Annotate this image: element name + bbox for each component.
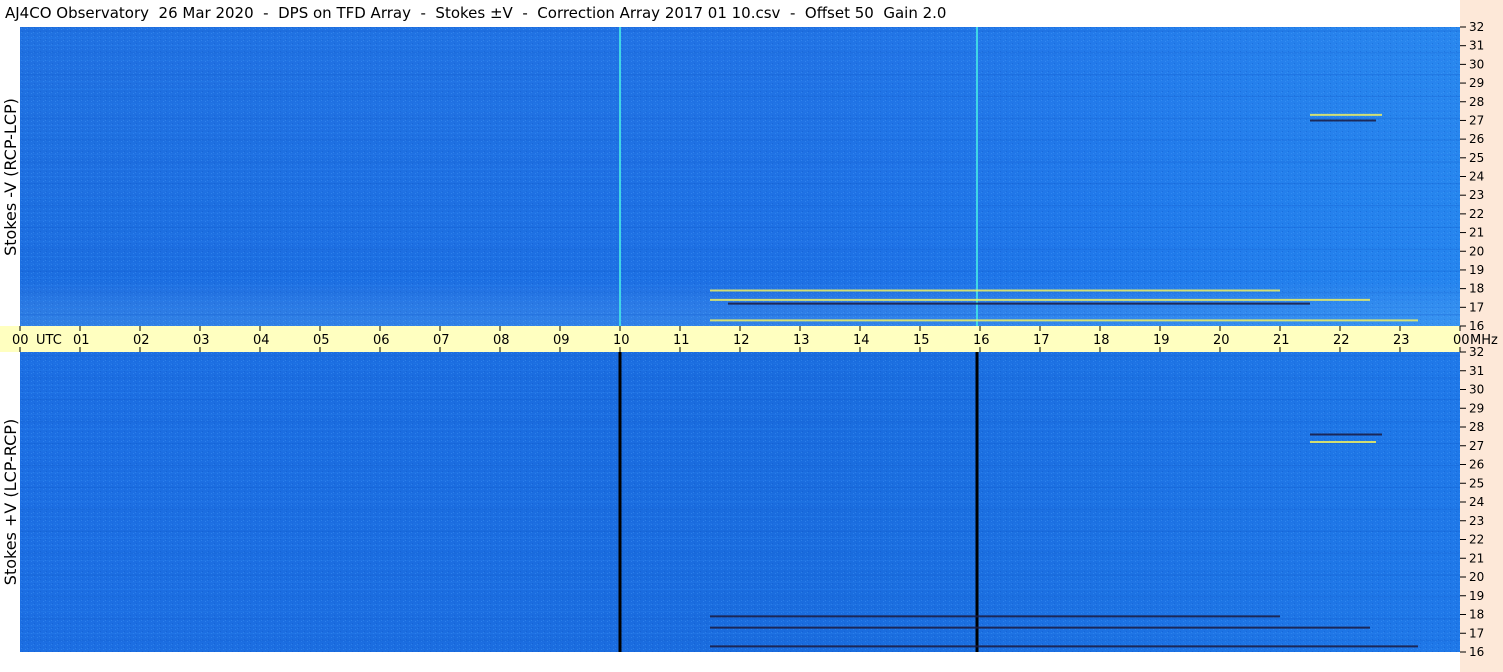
bottom-freq-tick-label: 16 <box>1469 645 1484 659</box>
bottom-freq-tick-label: 25 <box>1469 476 1484 490</box>
time-tick-label: 00 <box>12 333 29 348</box>
bottom-freq-tick-label: 28 <box>1469 420 1484 434</box>
time-tick-label: 08 <box>493 333 510 348</box>
time-tick-label: 17 <box>1033 333 1050 348</box>
bottom-freq-tick-label: 23 <box>1469 514 1484 528</box>
time-tick-label: 19 <box>1153 333 1170 348</box>
top-freq-tick-label: 22 <box>1469 207 1484 221</box>
top-freq-tick-label: 24 <box>1469 170 1484 184</box>
top-freq-tick-label: 28 <box>1469 95 1484 109</box>
bottom-freq-tick-label: 31 <box>1469 364 1484 378</box>
time-tick-label: 13 <box>793 333 810 348</box>
time-tick-label: 11 <box>673 333 690 348</box>
bottom-freq-tick-label: 22 <box>1469 533 1484 547</box>
bottom-freq-tick-label: 26 <box>1469 458 1484 472</box>
spectrogram-chart: 00 01 02 03 04 05 06 07 08 09 10 11 12 13 14 15 16 17 18 19… <box>0 20 1498 659</box>
top-freq-tick-label: 16 <box>1469 319 1484 333</box>
bottom-freq-tick-label: 18 <box>1469 608 1484 622</box>
top-freq-tick-label: 23 <box>1469 188 1484 202</box>
bottom-freq-tick-label: 32 <box>1469 345 1484 359</box>
bottom-freq-tick-label: 20 <box>1469 570 1484 584</box>
top-freq-tick-label: 29 <box>1469 76 1484 90</box>
bottom-freq-tick-label: 17 <box>1469 626 1484 640</box>
time-tick-label: 12 <box>733 333 750 348</box>
time-tick-label: 01 <box>73 333 90 348</box>
top-freq-tick-label: 31 <box>1469 39 1484 53</box>
time-tick-label: 06 <box>373 333 390 348</box>
time-tick-label: 10 <box>613 333 630 348</box>
top-freq-tick-label: 27 <box>1469 113 1484 127</box>
time-tick-label: 09 <box>553 333 570 348</box>
time-tick-label: 14 <box>853 333 870 348</box>
top-freq-tick-label: 18 <box>1469 282 1484 296</box>
time-tick-label: 16 <box>973 333 990 348</box>
bottom-freq-tick-label: 30 <box>1469 383 1484 397</box>
time-tick-label: 20 <box>1213 333 1230 348</box>
top-freq-tick-label: 21 <box>1469 226 1484 240</box>
top-freq-tick-label: 30 <box>1469 57 1484 71</box>
time-unit-label: UTC <box>36 333 62 348</box>
time-tick-label: 23 <box>1393 333 1410 348</box>
bottom-freq-tick-label: 21 <box>1469 551 1484 565</box>
top-freq-tick-label: 19 <box>1469 263 1484 277</box>
time-tick-label: 15 <box>913 333 930 348</box>
time-axis-band: 00 01 02 03 04 05 06 07 08 09 10 11 12 13 14 15 16 17 18 19… <box>0 326 1498 352</box>
time-tick-label: 05 <box>313 333 330 348</box>
bottom-freq-tick-label: 29 <box>1469 401 1484 415</box>
top-freq-tick-label: 26 <box>1469 132 1484 146</box>
top-freq-tick-label: 25 <box>1469 151 1484 165</box>
time-tick-label: 07 <box>433 333 450 348</box>
top-freq-tick-label: 20 <box>1469 244 1484 258</box>
time-tick-label: 02 <box>133 333 150 348</box>
time-tick-label: 04 <box>253 333 270 348</box>
time-tick-label: 21 <box>1273 333 1290 348</box>
bottom-freq-tick-label: 27 <box>1469 439 1484 453</box>
top-freq-tick-label: 32 <box>1469 20 1484 34</box>
top-freq-tick-label: 17 <box>1469 300 1484 314</box>
bottom-freq-tick-label: 19 <box>1469 589 1484 603</box>
time-tick-label: 18 <box>1093 333 1110 348</box>
time-tick-label: 00 <box>1453 333 1470 348</box>
bottom-freq-tick-label: 24 <box>1469 495 1484 509</box>
time-tick-label: 03 <box>193 333 210 348</box>
time-tick-label: 22 <box>1333 333 1350 348</box>
